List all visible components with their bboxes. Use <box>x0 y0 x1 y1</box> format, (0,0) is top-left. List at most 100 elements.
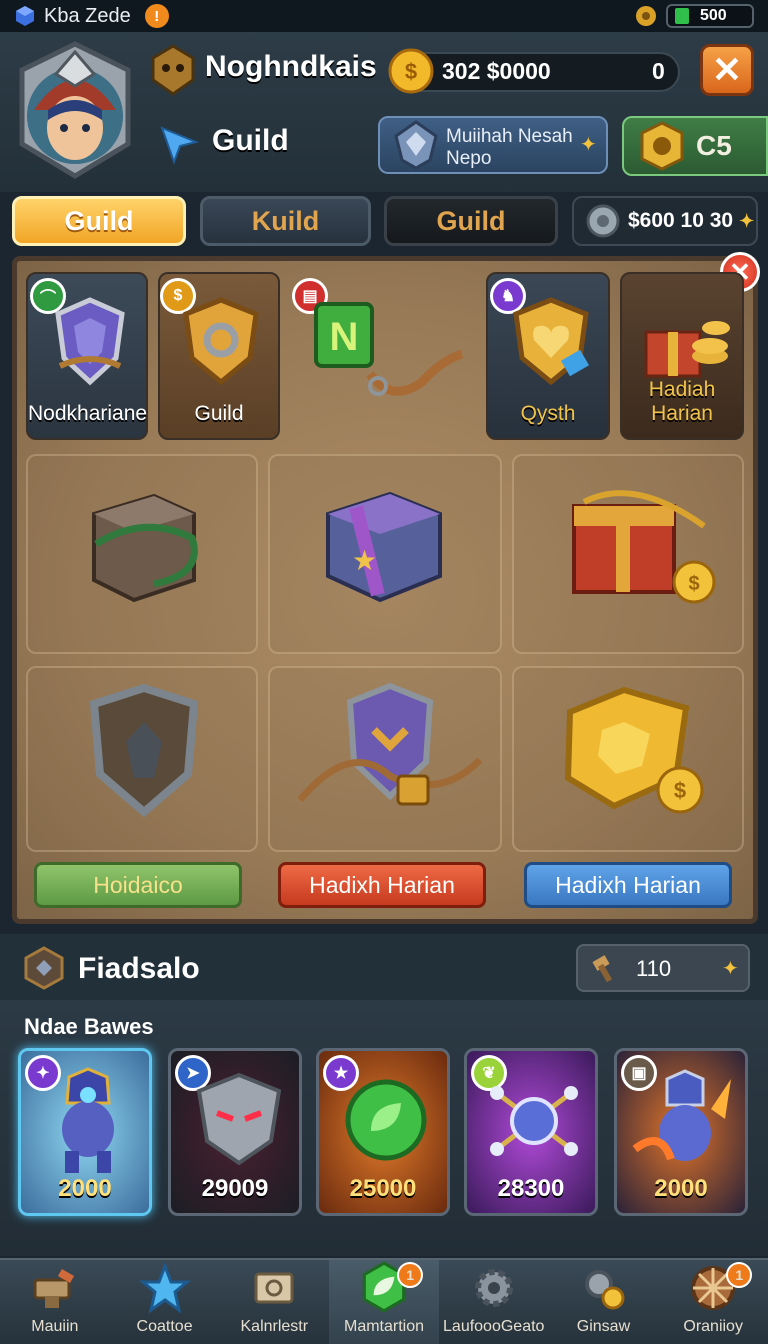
shop-item[interactable]: ▣ 2000 <box>614 1048 748 1216</box>
n-block-rope-icon: N <box>314 302 464 396</box>
nav-item-oraniioy[interactable]: 1 Oraniioy <box>658 1260 768 1344</box>
avatar[interactable] <box>10 40 140 180</box>
reward-cell[interactable] <box>268 666 502 852</box>
armor-helmet-icon <box>196 1072 282 1166</box>
c5-value: C5 <box>696 130 732 161</box>
nav-label: LaufoooGeato <box>443 1318 545 1335</box>
cash-icon <box>675 8 689 24</box>
treasure-chest-icon: $ <box>572 490 716 604</box>
sparkle-icon: ✦ <box>722 958 739 980</box>
star-cube-icon: ★ <box>326 491 442 603</box>
svg-text:$: $ <box>674 778 686 803</box>
nav-badge: 1 <box>397 1262 424 1288</box>
gold-gear-icon <box>636 6 656 26</box>
nav-label: Ginsaw <box>576 1318 631 1335</box>
guild-title: Guild <box>212 124 289 157</box>
svg-text:$: $ <box>688 573 699 595</box>
currency-pill[interactable]: 500 <box>666 4 754 28</box>
hammer-icon <box>592 955 613 983</box>
crest-icon <box>183 297 259 386</box>
guild-panel-line1: Muiihah Nesah <box>446 126 573 147</box>
card-label: Nodkhariane <box>28 402 148 425</box>
item-price: 2000 <box>58 1175 112 1202</box>
tab-kuild[interactable]: Kuild <box>200 196 371 246</box>
card-label: Guild <box>194 402 244 425</box>
nav-label: Kalnrlestr <box>240 1318 309 1335</box>
card-hadiah-harian[interactable]: Hadiah Harian <box>620 272 744 440</box>
dark-shield-icon <box>89 683 199 818</box>
status-bar: Kba Zede ! 500 <box>0 0 768 32</box>
anvil-icon <box>33 1269 74 1308</box>
star-crystal-icon <box>138 1262 191 1314</box>
close-button[interactable]: ✕ <box>700 44 754 96</box>
tab-currency-label: $600 10 30 <box>628 209 734 232</box>
hadixh-harian-red-button[interactable]: Hadixh Harian <box>278 862 486 908</box>
skull-crest-icon <box>151 44 195 96</box>
card-qysth[interactable]: ♞ Qysth <box>486 272 610 440</box>
nav-item-ginsaw[interactable]: Ginsaw <box>549 1260 659 1344</box>
guild-panel-line2: Nepo <box>446 148 492 169</box>
gold-shield-icon: $ <box>564 686 704 814</box>
gold-chest-icon <box>644 321 730 378</box>
nav-label: Mauiin <box>31 1318 79 1335</box>
shop-item[interactable]: ❦ 28300 <box>464 1048 598 1216</box>
flame-knight-icon <box>632 1069 731 1161</box>
card-n-block[interactable]: ▤ N <box>292 276 472 416</box>
currency-value: 500 <box>700 7 727 24</box>
svg-text:★: ★ <box>352 544 377 577</box>
coin-value: 302 $0000 <box>442 58 551 84</box>
card-nodkhariane[interactable]: ⌒ Nodkhariane <box>26 272 148 440</box>
silver-coin-icon <box>586 204 620 238</box>
player-name: Noghndkais <box>205 50 377 83</box>
gold-badge-icon <box>640 121 684 171</box>
nav-item-mamtartion[interactable]: 1 Mamtartion <box>329 1260 439 1344</box>
card-label: Hadiah Harian <box>648 378 716 425</box>
reward-cell[interactable]: $ <box>512 454 744 654</box>
section-title: Fiadsalo <box>78 952 200 985</box>
nav-item-laufooogeato[interactable]: LaufoooGeato <box>439 1260 549 1344</box>
green-orb-icon <box>345 1079 427 1161</box>
reward-cell[interactable]: ★ <box>268 454 502 654</box>
tab-guild[interactable]: Guild <box>12 196 186 246</box>
section-emblem-icon <box>24 946 64 990</box>
item-price: 28300 <box>497 1175 565 1202</box>
gear-coin-icon <box>585 1270 625 1310</box>
section-value: 110 <box>636 956 672 981</box>
scroll-map-icon <box>254 1272 294 1304</box>
nav-badge: 1 <box>726 1262 753 1288</box>
knight-hero-icon <box>62 1067 114 1173</box>
nav-item-coattoe[interactable]: Coattoe <box>110 1260 220 1344</box>
shop-item[interactable]: ★ 25000 <box>316 1048 450 1216</box>
nav-item-mauiin[interactable]: Mauiin <box>0 1260 110 1344</box>
sparkle-icon: ✦ <box>580 134 597 156</box>
shop-item[interactable]: ➤ 29009 <box>168 1048 302 1216</box>
purple-shield-rope-icon <box>297 682 483 806</box>
nav-item-kalnrlestr[interactable]: Kalnrlestr <box>219 1260 329 1344</box>
guild-panel-text: Muiihah Nesah Nepo <box>446 126 573 170</box>
hadixh-harian-blue-button[interactable]: Hadixh Harian <box>524 862 732 908</box>
purple-orb-icon <box>490 1086 578 1156</box>
tab-currency[interactable]: $600 10 30 ✦ <box>572 196 758 246</box>
cube-icon <box>16 6 34 26</box>
wooden-crate-icon <box>92 493 198 603</box>
reward-cell[interactable]: $ <box>512 666 744 852</box>
gear-icon <box>474 1269 513 1307</box>
card-guild[interactable]: $ Guild <box>158 272 280 440</box>
coin-extra: 0 <box>652 58 665 84</box>
sparkle-icon: ✦ <box>739 210 755 231</box>
nav-label: Mamtartion <box>344 1318 425 1335</box>
bottom-nav: Mauiin Coattoe Kalnrlestr 1 Mamtartion L… <box>0 1258 768 1344</box>
heart-crest-icon <box>513 297 590 386</box>
warning-badge[interactable]: ! <box>144 4 169 28</box>
nav-label: Oraniioy <box>683 1318 743 1335</box>
reward-cell[interactable] <box>26 666 258 852</box>
app-name: Kba Zede <box>44 4 131 27</box>
shelf-title: Ndae Bawes <box>24 1014 154 1039</box>
tab-guild-dark[interactable]: Guild <box>384 196 558 246</box>
reward-cell[interactable] <box>26 454 258 654</box>
card-label: Qysth <box>520 402 576 425</box>
item-price: 2000 <box>654 1175 708 1202</box>
hoidaico-button[interactable]: Hoidaico <box>34 862 242 908</box>
svg-text:N: N <box>330 315 359 359</box>
shop-item[interactable]: ✦ 2000 <box>18 1048 152 1216</box>
